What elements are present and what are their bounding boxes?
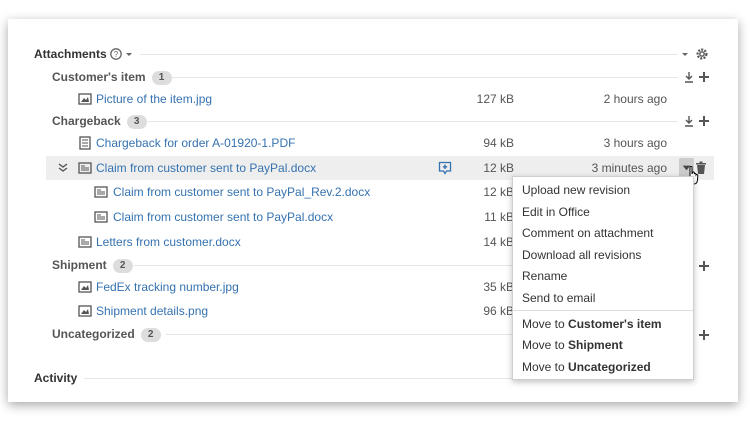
menu-item-comment[interactable]: Comment on attachment — [522, 226, 653, 240]
gear-icon[interactable] — [695, 47, 709, 61]
image-file-icon — [78, 93, 92, 105]
menu-divider — [513, 310, 693, 311]
count-badge: 1 — [151, 71, 172, 85]
menu-item-move-shipment[interactable]: Move to Shipment — [522, 338, 623, 352]
file-size: 14 kB — [483, 235, 514, 249]
pdf-file-icon — [79, 136, 91, 150]
revision-link[interactable]: Claim from customer sent to PayPal.docx — [113, 210, 333, 224]
chevron-down-icon[interactable] — [123, 47, 137, 61]
file-size: 12 kB — [483, 185, 514, 199]
menu-item-move-customers-item[interactable]: Move to Customer's item — [522, 317, 662, 331]
doc-file-icon — [94, 186, 108, 198]
file-link[interactable]: FedEx tracking number.jpg — [96, 280, 239, 294]
file-size: 96 kB — [483, 304, 514, 318]
help-icon[interactable]: ? — [110, 47, 124, 61]
file-size: 12 kB — [483, 161, 514, 175]
dropdown-icon[interactable] — [679, 47, 693, 61]
divider — [134, 265, 512, 266]
image-file-icon — [78, 305, 92, 317]
plus-icon[interactable] — [697, 114, 711, 128]
divider — [172, 77, 678, 78]
menu-item-upload-revision[interactable]: Upload new revision — [522, 183, 630, 197]
svg-text:?: ? — [114, 50, 119, 59]
file-size: 94 kB — [483, 136, 514, 150]
expand-revisions-icon[interactable] — [56, 161, 70, 175]
image-file-icon — [78, 281, 92, 293]
file-size: 127 kB — [476, 92, 514, 106]
comment-icon[interactable] — [438, 161, 452, 175]
count-badge: 2 — [112, 259, 133, 273]
doc-file-icon — [78, 162, 92, 174]
attachment-actions-menu: Upload new revision Edit in Office Comme… — [512, 176, 694, 380]
file-size: 11 kB — [484, 210, 514, 224]
file-time: 3 hours ago — [603, 136, 667, 150]
menu-item-rename[interactable]: Rename — [522, 269, 567, 283]
divider — [148, 121, 678, 122]
plus-icon[interactable] — [697, 70, 711, 84]
file-size: 35 kB — [483, 280, 514, 294]
count-badge: 2 — [140, 328, 161, 342]
menu-item-send-email[interactable]: Send to email — [522, 291, 595, 305]
file-link[interactable]: Picture of the item.jpg — [96, 92, 212, 106]
group-chargeback[interactable]: Chargeback 3 — [52, 114, 147, 129]
attachments-title: Attachments — [34, 47, 107, 61]
file-link[interactable]: Shipment details.png — [96, 304, 208, 318]
menu-item-download-revisions[interactable]: Download all revisions — [522, 248, 641, 262]
menu-item-edit-in-office[interactable]: Edit in Office — [522, 205, 590, 219]
download-icon[interactable] — [682, 114, 696, 128]
doc-file-icon — [78, 236, 92, 248]
group-customers-item[interactable]: Customer's item 1 — [52, 70, 172, 85]
download-icon[interactable] — [682, 70, 696, 84]
file-link[interactable]: Claim from customer sent to PayPal.docx — [96, 161, 316, 175]
plus-icon[interactable] — [697, 259, 711, 273]
file-link[interactable]: Chargeback for order A-01920-1.PDF — [96, 136, 295, 150]
file-link[interactable]: Letters from customer.docx — [96, 235, 241, 249]
divider — [140, 54, 678, 55]
plus-icon[interactable] — [697, 328, 711, 342]
doc-file-icon — [94, 211, 108, 223]
group-uncategorized[interactable]: Uncategorized 2 — [52, 327, 161, 342]
file-time: 2 hours ago — [603, 92, 667, 106]
group-shipment[interactable]: Shipment 2 — [52, 258, 133, 273]
count-badge: 3 — [126, 115, 147, 129]
menu-item-move-uncategorized[interactable]: Move to Uncategorized — [522, 360, 651, 374]
file-time: 3 minutes ago — [591, 161, 667, 175]
divider — [166, 334, 512, 335]
activity-title: Activity — [34, 371, 78, 385]
revision-link[interactable]: Claim from customer sent to PayPal_Rev.2… — [113, 185, 370, 199]
divider — [84, 378, 512, 379]
